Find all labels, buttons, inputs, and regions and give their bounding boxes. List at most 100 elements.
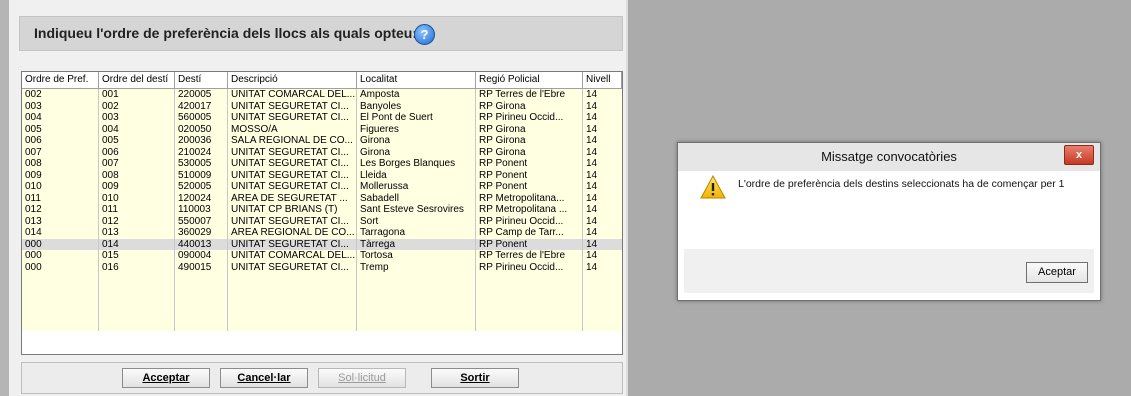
column-header-desti[interactable]: Destí (175, 72, 228, 88)
cell-nivell: 14 (586, 261, 598, 273)
cell-ordre-desti: 009 (99, 181, 175, 193)
table-row[interactable]: 000 016 490015 UNITAT SEGURETAT CI... Tremp R… (22, 261, 622, 273)
cell-descripcio: UNITAT SEGURETAT CI... (228, 215, 357, 227)
cell-regio-policial: RP Pirineu Occid... (476, 261, 583, 273)
cell-nivell: 14 (586, 250, 598, 261)
empty-cell (175, 307, 228, 319)
cell-localitat: El Pont de Suert (357, 112, 476, 124)
cell-nivell: 14 (586, 100, 598, 112)
table-row[interactable]: 000 015 090004 UNITAT COMARCAL DEL... Tortos… (22, 250, 622, 262)
cell-ordre-pref: 003 (22, 100, 99, 112)
table-row[interactable]: 010 009 520005 UNITAT SEGURETAT CI... Moller… (22, 181, 622, 193)
dialog-titlebar[interactable]: Missatge convocatòries x (678, 143, 1100, 171)
accept-button[interactable]: Acceptar (122, 368, 210, 388)
close-icon[interactable]: x (1064, 145, 1094, 165)
cell-descripcio: UNITAT SEGURETAT CI... (228, 100, 357, 112)
cell-ordre-desti: 008 (99, 169, 175, 181)
cell-ordre-desti: 013 (99, 227, 175, 239)
cell-ordre-pref: 010 (22, 181, 99, 193)
table-row[interactable]: 008 007 530005 UNITAT SEGURETAT CI... Les Bo… (22, 158, 622, 170)
table-row[interactable]: 004 003 560005 UNITAT SEGURETAT CI... El Pon… (22, 112, 622, 124)
cell-localitat: Tarragona (357, 227, 476, 239)
cell-desti: 210024 (175, 146, 228, 158)
cell-nivell: 14 (586, 169, 598, 181)
column-header-nivell[interactable]: Nivell (583, 72, 622, 88)
cell-localitat: Sabadell (357, 192, 476, 204)
cell-desti: 420017 (175, 100, 228, 112)
cell-localitat: Tremp (357, 261, 476, 273)
request-button[interactable]: Sol·licitud (318, 368, 406, 388)
column-header-descripcio[interactable]: Descripció (228, 72, 357, 88)
cell-ordre-pref: 005 (22, 123, 99, 135)
table-row[interactable]: 002 001 220005 UNITAT COMARCAL DEL... Ampost… (22, 89, 622, 101)
cell-ordre-pref: 013 (22, 215, 99, 227)
table-row[interactable]: 012 011 110003 UNITAT CP BRIANS (T) Sant Est… (22, 204, 622, 216)
empty-cell (357, 319, 476, 331)
help-icon[interactable]: ? (414, 24, 435, 45)
cell-desti: 560005 (175, 112, 228, 124)
header-bar: Indiqueu l'ordre de preferència dels llo… (19, 16, 623, 51)
cell-ordre-pref: 007 (22, 146, 99, 158)
cell-descripcio: UNITAT COMARCAL DEL... (228, 250, 357, 262)
cell-regio-policial: RP Terres de l'Ebre (476, 250, 583, 262)
empty-cell (175, 284, 228, 296)
table-row[interactable]: 009 008 510009 UNITAT SEGURETAT CI... Lleida… (22, 169, 622, 181)
table-row[interactable]: 013 012 550007 UNITAT SEGURETAT CI... Sort RP… (22, 215, 622, 227)
cell-desti: 360029 (175, 227, 228, 239)
column-header-localitat[interactable]: Localitat (357, 72, 476, 88)
cell-nivell: 14 (586, 181, 598, 192)
empty-cell (476, 284, 583, 296)
cell-nivell: 14 (586, 158, 598, 169)
dialog-ok-button[interactable]: Aceptar (1026, 262, 1088, 283)
cancel-button[interactable]: Cancel·lar (220, 368, 308, 388)
cell-ordre-desti: 010 (99, 192, 175, 204)
cell-regio-policial: RP Pirineu Occid... (476, 215, 583, 227)
column-header-regio-policial[interactable]: Regió Policial (476, 72, 583, 88)
cell-desti: 440013 (175, 238, 228, 250)
column-header-ordre-desti[interactable]: Ordre del destí (99, 72, 175, 88)
cell-ordre-pref: 014 (22, 227, 99, 239)
empty-cell (583, 285, 622, 297)
cell-desti: 550007 (175, 215, 228, 227)
column-header-ordre-pref[interactable]: Ordre de Pref. (22, 72, 99, 88)
empty-cell (583, 273, 622, 285)
cell-regio-policial: RP Girona (476, 123, 583, 135)
dialog-title: Missatge convocatòries (821, 149, 957, 164)
form-window: Indiqueu l'ordre de preferència dels llo… (0, 0, 626, 396)
table-row[interactable]: 007 006 210024 UNITAT SEGURETAT CI... Girona… (22, 146, 622, 158)
cell-desti: 520005 (175, 181, 228, 193)
cell-localitat: Girona (357, 135, 476, 147)
table-row[interactable]: 003 002 420017 UNITAT SEGURETAT CI... Banyol… (22, 100, 622, 112)
empty-table-row (22, 273, 622, 285)
table-body: 002 001 220005 UNITAT COMARCAL DEL... Ampost… (22, 89, 622, 331)
cell-ordre-desti: 006 (99, 146, 175, 158)
empty-cell (476, 319, 583, 331)
warning-icon (700, 174, 726, 203)
cell-nivell: 14 (586, 227, 598, 238)
cell-regio-policial: RP Girona (476, 100, 583, 112)
table-row[interactable]: 006 005 200036 SALA REGIONAL DE CO... Girona… (22, 135, 622, 147)
empty-cell (99, 319, 175, 331)
cell-localitat: Lleida (357, 169, 476, 181)
cell-descripcio: UNITAT SEGURETAT CI... (228, 158, 357, 170)
cell-ordre-pref: 009 (22, 169, 99, 181)
cell-descripcio: UNITAT SEGURETAT CI... (228, 146, 357, 158)
empty-cell (357, 296, 476, 308)
cell-nivell: 14 (586, 89, 598, 100)
cell-regio-policial: RP Ponent (476, 238, 583, 250)
exit-button[interactable]: Sortir (431, 368, 519, 388)
preferences-table[interactable]: Ordre de Pref. Ordre del destí Destí Des… (21, 71, 623, 355)
table-row[interactable]: 011 010 120024 ÀREA DE SEGURETAT ... Sabadel… (22, 192, 622, 204)
cell-ordre-desti: 016 (99, 261, 175, 273)
table-row[interactable]: 005 004 020050 MOSSO/A Figueres RP Girona 14 (22, 123, 622, 135)
empty-cell (22, 296, 99, 308)
empty-table-row (22, 319, 622, 331)
cell-localitat: Tortosa (357, 250, 476, 262)
cell-ordre-desti: 007 (99, 158, 175, 170)
message-dialog: Missatge convocatòries x L'ordre de pref… (677, 142, 1101, 301)
cell-localitat: Amposta (357, 89, 476, 101)
table-row[interactable]: 014 013 360029 ÀREA REGIONAL DE CO... Tarrag… (22, 227, 622, 239)
table-row[interactable]: 000 014 440013 UNITAT SEGURETAT CI... Tàrreg… (22, 238, 622, 250)
cell-nivell: 14 (586, 192, 598, 204)
cell-descripcio: ÀREA REGIONAL DE CO... (228, 227, 357, 239)
